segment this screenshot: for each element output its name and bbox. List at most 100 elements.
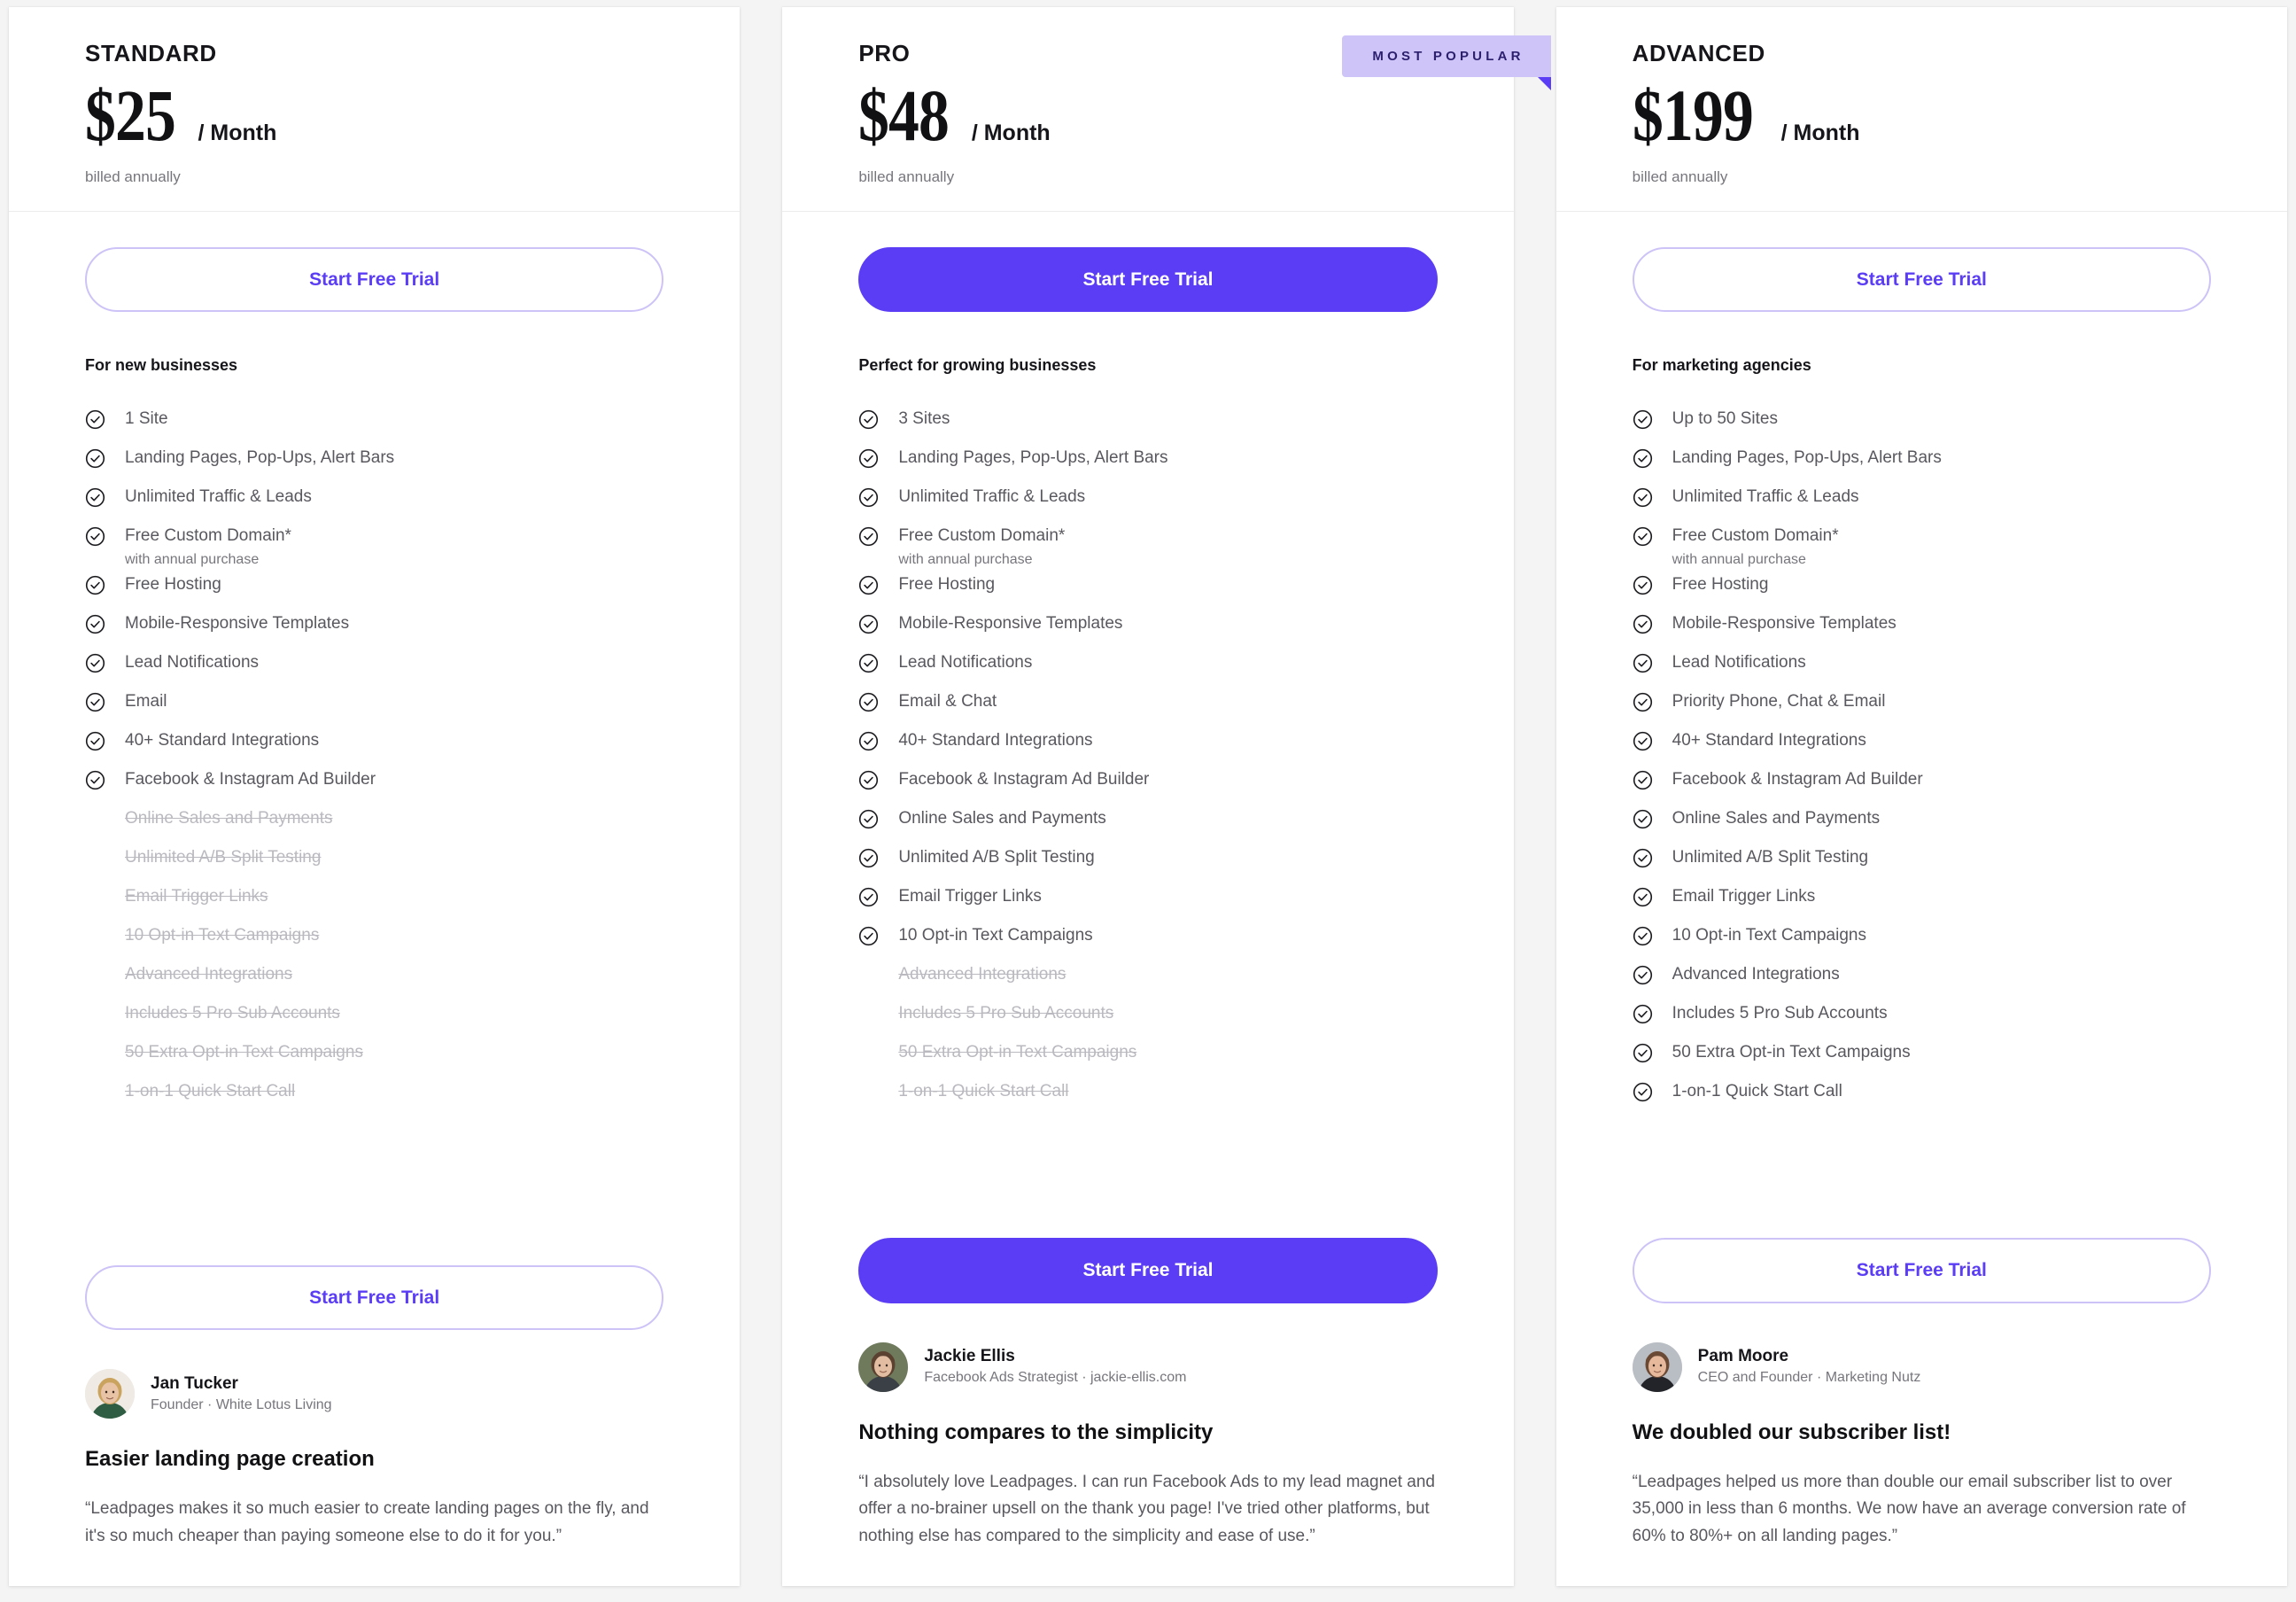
feature-icon-placeholder xyxy=(858,1040,879,1061)
price-row: $199 / Month xyxy=(1633,78,2211,152)
testimonial-person: Jackie Ellis Facebook Ads Strategist · ja… xyxy=(858,1341,1437,1392)
feature-list: 1 Site Landing Pages, Pop-Ups, Alert Bars… xyxy=(85,406,663,1117)
feature-label: Advanced Integrations xyxy=(898,964,1067,984)
start-free-trial-button-top[interactable]: Start Free Trial xyxy=(858,246,1438,313)
check-circle-icon xyxy=(85,409,105,430)
feature-item-included: Free Hosting xyxy=(85,572,663,610)
check-circle-icon xyxy=(858,770,879,790)
testimonial-headline: We doubled our subscriber list! xyxy=(1632,1419,1951,1444)
feature-label: Advanced Integrations xyxy=(1672,964,1840,984)
feature-icon-placeholder xyxy=(858,1079,879,1100)
price-period: / Month xyxy=(971,120,1051,145)
feature-label: 1-on-1 Quick Start Call xyxy=(125,1081,296,1100)
check-circle-icon xyxy=(1633,1082,1653,1102)
check-circle-icon xyxy=(858,448,879,469)
testimonial-title: CEO and Founder · Marketing Nutz xyxy=(1697,1370,1921,1386)
plan-tagline: Perfect for growing businesses xyxy=(858,356,1097,375)
feature-label: Landing Pages, Pop-Ups, Alert Bars xyxy=(1672,447,1942,467)
testimonial: Pam Moore CEO and Founder · Marketing Nut… xyxy=(1556,1303,2287,1586)
plan-header: STANDARD $25 / Month billed annually xyxy=(9,7,741,212)
feature-label: 50 Extra Opt-in Text Campaigns xyxy=(125,1042,363,1062)
feature-label: Unlimited Traffic & Leads xyxy=(125,486,312,506)
plan-tagline: For new businesses xyxy=(85,356,238,375)
testimonial-headline: Nothing compares to the simplicity xyxy=(858,1419,1214,1444)
feature-item-excluded: Online Sales and Payments xyxy=(85,805,663,844)
feature-item-included: Priority Phone, Chat & Email xyxy=(1633,688,2211,727)
feature-label: Mobile-Responsive Templates xyxy=(1672,613,1897,633)
testimonial-headline: Easier landing page creation xyxy=(85,1447,375,1472)
feature-icon-placeholder xyxy=(85,806,105,827)
feature-label: Mobile-Responsive Templates xyxy=(898,613,1123,633)
billing-note: billed annually xyxy=(1632,167,1728,185)
check-circle-icon xyxy=(1633,1043,1653,1063)
check-circle-icon xyxy=(1633,731,1653,751)
feature-label: Landing Pages, Pop-Ups, Alert Bars xyxy=(898,447,1168,467)
feature-label: Free Custom Domain* with annual purchase xyxy=(1672,524,1839,571)
check-circle-icon xyxy=(1633,770,1653,790)
feature-item-included: 3 Sites xyxy=(858,406,1437,445)
start-free-trial-button-top[interactable]: Start Free Trial xyxy=(85,246,664,313)
feature-item-included: Unlimited A/B Split Testing xyxy=(1633,844,2211,883)
feature-item-included: Email Trigger Links xyxy=(1633,883,2211,922)
price-amount: $48 xyxy=(858,74,950,156)
feature-item-included: 1-on-1 Quick Start Call xyxy=(1633,1078,2211,1117)
testimonial-quote: “Leadpages makes it so much easier to cr… xyxy=(85,1499,649,1546)
feature-item-included: Includes 5 Pro Sub Accounts xyxy=(1633,1000,2211,1039)
check-circle-icon xyxy=(1633,614,1653,634)
price-amount: $25 xyxy=(85,74,176,156)
check-circle-icon xyxy=(858,692,879,712)
feature-item-excluded: Includes 5 Pro Sub Accounts xyxy=(85,1000,663,1039)
check-circle-icon xyxy=(85,731,105,751)
plan-body: Start Free Trial For marketing agencies Up… xyxy=(1556,212,2287,1303)
pricing-plans-grid: STANDARD $25 / Month billed annually Start F… xyxy=(0,0,2296,1602)
feature-item-excluded: Includes 5 Pro Sub Accounts xyxy=(858,1000,1437,1039)
feature-label: Includes 5 Pro Sub Accounts xyxy=(125,1003,340,1023)
feature-label: Advanced Integrations xyxy=(125,964,293,984)
plan-header: ADVANCED $199 / Month billed annually xyxy=(1555,7,2287,212)
start-free-trial-button-bottom[interactable]: Start Free Trial xyxy=(1632,1238,2211,1303)
testimonial-quote: “Leadpages helped us more than double ou… xyxy=(1632,1472,2186,1546)
feature-icon-placeholder xyxy=(85,923,105,944)
start-free-trial-button-bottom[interactable]: Start Free Trial xyxy=(858,1238,1438,1303)
check-circle-icon xyxy=(858,526,879,547)
feature-item-included: Unlimited A/B Split Testing xyxy=(858,844,1437,883)
testimonial-title: Founder · White Lotus Living xyxy=(151,1397,332,1413)
plan-body: Start Free Trial For new businesses 1 Site… xyxy=(9,212,740,1331)
feature-item-included: 10 Opt-in Text Campaigns xyxy=(1633,922,2211,961)
feature-item-excluded: 1-on-1 Quick Start Call xyxy=(858,1078,1437,1117)
feature-item-included: Lead Notifications xyxy=(1633,649,2211,688)
feature-label: Lead Notifications xyxy=(125,652,260,672)
check-circle-icon xyxy=(858,848,879,868)
layout-spacer xyxy=(85,1117,663,1242)
bottom-cta-wrapper: Start Free Trial xyxy=(85,1265,664,1331)
plan-name: ADVANCED xyxy=(1632,40,1765,66)
testimonial-person: Pam Moore CEO and Founder · Marketing Nut… xyxy=(1632,1341,2211,1392)
feature-item-included: Free Custom Domain* with annual purchase xyxy=(1633,523,2211,572)
start-free-trial-button-bottom[interactable]: Start Free Trial xyxy=(85,1265,664,1331)
feature-item-included: Free Hosting xyxy=(1633,572,2211,610)
feature-label: 50 Extra Opt-in Text Campaigns xyxy=(1672,1042,1911,1062)
feature-item-included: 50 Extra Opt-in Text Campaigns xyxy=(1633,1039,2211,1078)
feature-icon-placeholder xyxy=(85,884,105,905)
check-circle-icon xyxy=(858,809,879,829)
feature-label: Facebook & Instagram Ad Builder xyxy=(1672,769,1923,789)
feature-item-included: Email Trigger Links xyxy=(858,883,1437,922)
feature-label: Facebook & Instagram Ad Builder xyxy=(898,769,1150,789)
feature-icon-placeholder xyxy=(85,845,105,866)
feature-label: Email & Chat xyxy=(898,691,997,711)
check-circle-icon xyxy=(1633,809,1653,829)
avatar xyxy=(85,1369,135,1419)
feature-label: 1 Site xyxy=(125,408,168,428)
start-free-trial-button-top[interactable]: Start Free Trial xyxy=(1632,246,2211,313)
feature-label: Up to 50 Sites xyxy=(1672,408,1778,428)
check-circle-icon xyxy=(1633,487,1653,508)
check-circle-icon xyxy=(1633,448,1653,469)
feature-item-included: Facebook & Instagram Ad Builder xyxy=(1633,766,2211,805)
feature-item-included: Online Sales and Payments xyxy=(858,805,1437,844)
bottom-cta-wrapper: Start Free Trial xyxy=(858,1238,1438,1303)
feature-item-included: Lead Notifications xyxy=(858,649,1437,688)
feature-item-included: Free Custom Domain* with annual purchase xyxy=(858,523,1437,572)
check-circle-icon xyxy=(858,487,879,508)
check-circle-icon xyxy=(1633,926,1653,946)
feature-item-included: Facebook & Instagram Ad Builder xyxy=(858,766,1437,805)
